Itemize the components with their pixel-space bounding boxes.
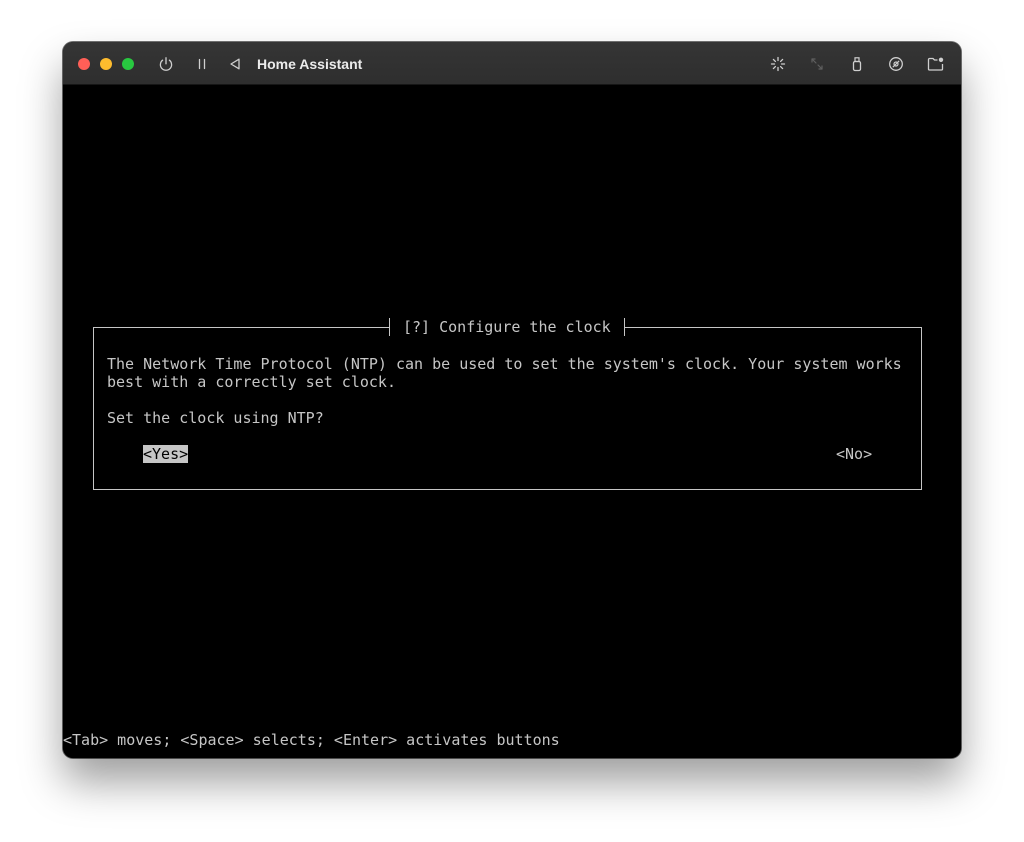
disc-icon[interactable] [888, 56, 904, 72]
no-button[interactable]: <No> [836, 445, 872, 463]
dialog-question: Set the clock using NTP? [107, 409, 324, 427]
activity-spinner-icon[interactable] [770, 56, 786, 72]
terminal-screen[interactable]: [?] Configure the clock The Network Time… [63, 85, 961, 758]
help-line: <Tab> moves; <Space> selects; <Enter> ac… [63, 731, 560, 749]
usb-device-icon[interactable] [849, 56, 865, 72]
pause-icon[interactable] [194, 56, 210, 72]
zoom-button[interactable] [122, 58, 134, 70]
dialog-message-line: best with a correctly set clock. [107, 373, 396, 391]
back-icon[interactable] [227, 56, 243, 72]
title-bar[interactable]: Home Assistant [63, 42, 961, 85]
dialog-message-line: The Network Time Protocol (NTP) can be u… [107, 355, 902, 373]
power-icon[interactable] [158, 56, 174, 72]
window-title: Home Assistant [257, 56, 363, 72]
yes-button[interactable]: <Yes> [143, 445, 189, 463]
shared-folder-icon[interactable] [927, 56, 945, 72]
dialog-title-text: [?] Configure the clock [403, 318, 611, 336]
dialog-title: [?] Configure the clock [389, 318, 625, 336]
minimize-button[interactable] [100, 58, 112, 70]
close-button[interactable] [78, 58, 90, 70]
resize-icon[interactable] [809, 56, 825, 72]
vm-window: Home Assistant [?] Configure the clock T… [63, 42, 961, 758]
